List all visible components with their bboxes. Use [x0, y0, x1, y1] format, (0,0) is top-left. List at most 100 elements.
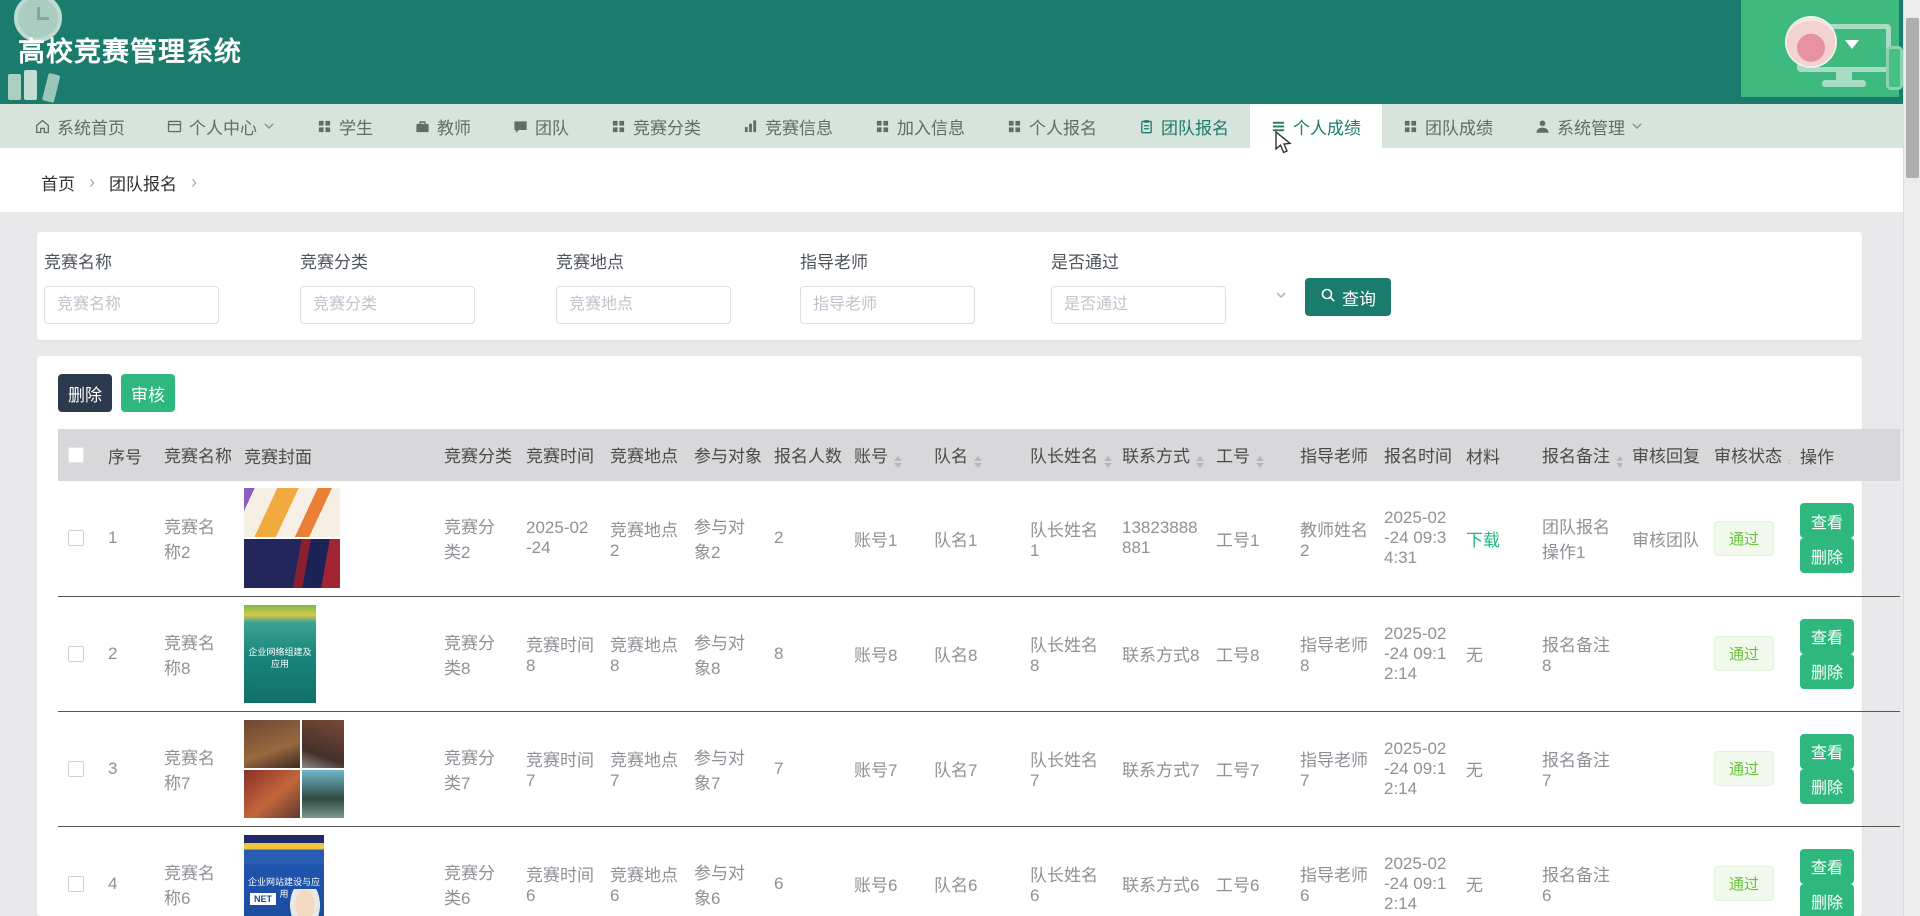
column-header-note[interactable]: 报名备注 [1532, 429, 1622, 481]
cell-teacher: 指导老师6 [1290, 826, 1374, 916]
nav-item-competition-category[interactable]: 竞赛分类 [590, 104, 722, 148]
nav-item-student[interactable]: 学生 [296, 104, 394, 148]
nav-label-team-score: 团队成绩 [1425, 114, 1493, 139]
view-button[interactable]: 查看 [1800, 734, 1854, 769]
cell-reg_time: 2025-02-24 09:12:14 [1374, 711, 1456, 826]
nav-label-teacher: 教师 [437, 114, 471, 139]
cell-reply [1622, 596, 1704, 711]
cell-reply [1622, 826, 1704, 916]
sort-caret-icon[interactable] [1104, 456, 1112, 468]
competition-location-input[interactable] [556, 286, 731, 324]
avatar-dropdown-caret-icon[interactable] [1845, 40, 1859, 49]
search-button[interactable]: 查询 [1305, 278, 1391, 316]
row-checkbox[interactable] [68, 761, 84, 777]
column-header-teacher[interactable]: 指导老师 [1290, 429, 1374, 481]
competition-cover-image[interactable]: 企业网络组建及应用 [244, 605, 316, 703]
view-button[interactable]: 查看 [1800, 849, 1854, 884]
delete-button[interactable]: 删除 [1800, 654, 1854, 689]
column-header-contact[interactable]: 联系方式 [1112, 429, 1206, 481]
scrollbar-thumb[interactable] [1906, 18, 1919, 178]
row-checkbox[interactable] [68, 876, 84, 892]
app-title: 高校竞赛管理系统 [18, 30, 242, 69]
download-link[interactable]: 下载 [1466, 531, 1500, 550]
nav-item-team-signup[interactable]: 团队报名 [1118, 104, 1250, 148]
breadcrumb-link[interactable]: 首页 [41, 170, 75, 195]
cell-reg_time: 2025-02-24 09:34:31 [1374, 481, 1456, 596]
cell-count: 8 [764, 596, 844, 711]
bulk-audit-button[interactable]: 审核 [121, 374, 175, 412]
competition-cover-image[interactable] [244, 720, 344, 818]
bulk-delete-button[interactable]: 删除 [58, 374, 112, 412]
row-checkbox[interactable] [68, 530, 84, 546]
cell-teacher: 教师姓名2 [1290, 481, 1374, 596]
filter-label-competition-name: 竞赛名称 [44, 248, 219, 273]
column-header-account[interactable]: 账号 [844, 429, 924, 481]
sort-caret-icon[interactable] [1616, 456, 1622, 468]
table-row: 1竞赛名称2竞赛分类22025-02-24竞赛地点2参与对象22账号1队名1队长… [58, 481, 1900, 596]
nav-item-personal-signup[interactable]: 个人报名 [986, 104, 1118, 148]
cell-category: 竞赛分类8 [434, 596, 516, 711]
column-label-teacher: 指导老师 [1300, 447, 1368, 466]
cell-material: 无 [1456, 711, 1532, 826]
delete-button[interactable]: 删除 [1800, 769, 1854, 804]
cell-team_name: 队名7 [924, 711, 1020, 826]
competition-cover-image[interactable]: NET企业网站建设与应用 [244, 835, 324, 916]
nav-item-team[interactable]: 团队 [492, 104, 590, 148]
column-header-location[interactable]: 竞赛地点 [600, 429, 684, 481]
cell-material: 无 [1456, 596, 1532, 711]
competition-name-input[interactable] [44, 286, 219, 324]
pass-state-input[interactable] [1051, 286, 1226, 324]
sort-caret-icon[interactable] [974, 456, 982, 468]
sort-caret-icon[interactable] [1196, 456, 1204, 468]
column-header-reply[interactable]: 审核回复 [1622, 429, 1704, 481]
breadcrumb-link[interactable]: 团队报名 [109, 170, 177, 195]
column-label-index: 序号 [108, 448, 142, 467]
column-header-count[interactable]: 报名人数 [764, 429, 844, 481]
sort-caret-icon[interactable] [1256, 456, 1264, 468]
cell-material: 无 [1456, 826, 1532, 916]
cell-name: 竞赛名称2 [154, 481, 234, 596]
cell-cover: 企业网络组建及应用 [234, 596, 434, 711]
view-button[interactable]: 查看 [1800, 503, 1854, 538]
row-checkbox[interactable] [68, 646, 84, 662]
cell-cover [234, 711, 434, 826]
nav-item-team-score[interactable]: 团队成绩 [1382, 104, 1514, 148]
sort-caret-icon[interactable] [1788, 456, 1790, 468]
vertical-scrollbar[interactable] [1903, 0, 1920, 916]
column-header-reg_time[interactable]: 报名时间 [1374, 429, 1456, 481]
delete-button[interactable]: 删除 [1800, 538, 1854, 573]
competition-cover-image[interactable] [244, 488, 340, 588]
nav-item-competition-info[interactable]: 竞赛信息 [722, 104, 854, 148]
nav-item-personal-score[interactable]: 个人成绩 [1250, 104, 1382, 148]
guide-teacher-input[interactable] [800, 286, 975, 324]
competition-category-input[interactable] [300, 286, 475, 324]
user-avatar[interactable] [1787, 18, 1835, 66]
nav-item-system-manage[interactable]: 系统管理 [1514, 104, 1664, 148]
select-all-checkbox[interactable] [68, 447, 84, 463]
column-header-job_no[interactable]: 工号 [1206, 429, 1290, 481]
chat-icon [513, 119, 528, 134]
cell-time: 竞赛时间7 [516, 711, 600, 826]
column-header-audience[interactable]: 参与对象 [684, 429, 764, 481]
row-checkbox-cell [58, 596, 98, 711]
delete-button[interactable]: 删除 [1800, 884, 1854, 916]
cell-category: 竞赛分类6 [434, 826, 516, 916]
sort-caret-icon[interactable] [894, 456, 902, 468]
cell-time: 2025-02-24 [516, 481, 600, 596]
search-icon [1320, 287, 1336, 308]
view-button[interactable]: 查看 [1800, 619, 1854, 654]
column-header-team_name[interactable]: 队名 [924, 429, 1020, 481]
cell-job_no: 工号7 [1206, 711, 1290, 826]
column-header-category[interactable]: 竞赛分类 [434, 429, 516, 481]
column-header-time[interactable]: 竞赛时间 [516, 429, 600, 481]
row-checkbox-cell [58, 826, 98, 916]
nav-item-join-info[interactable]: 加入信息 [854, 104, 986, 148]
nav-item-teacher[interactable]: 教师 [394, 104, 492, 148]
column-header-name[interactable]: 竞赛名称 [154, 429, 234, 481]
nav-item-personal-center[interactable]: 个人中心 [146, 104, 296, 148]
column-header-status[interactable]: 审核状态 [1704, 429, 1790, 481]
nav-item-home[interactable]: 系统首页 [14, 104, 146, 148]
select-chevron-icon[interactable] [1275, 288, 1287, 306]
cell-name: 竞赛名称7 [154, 711, 234, 826]
column-header-leader[interactable]: 队长姓名 [1020, 429, 1112, 481]
